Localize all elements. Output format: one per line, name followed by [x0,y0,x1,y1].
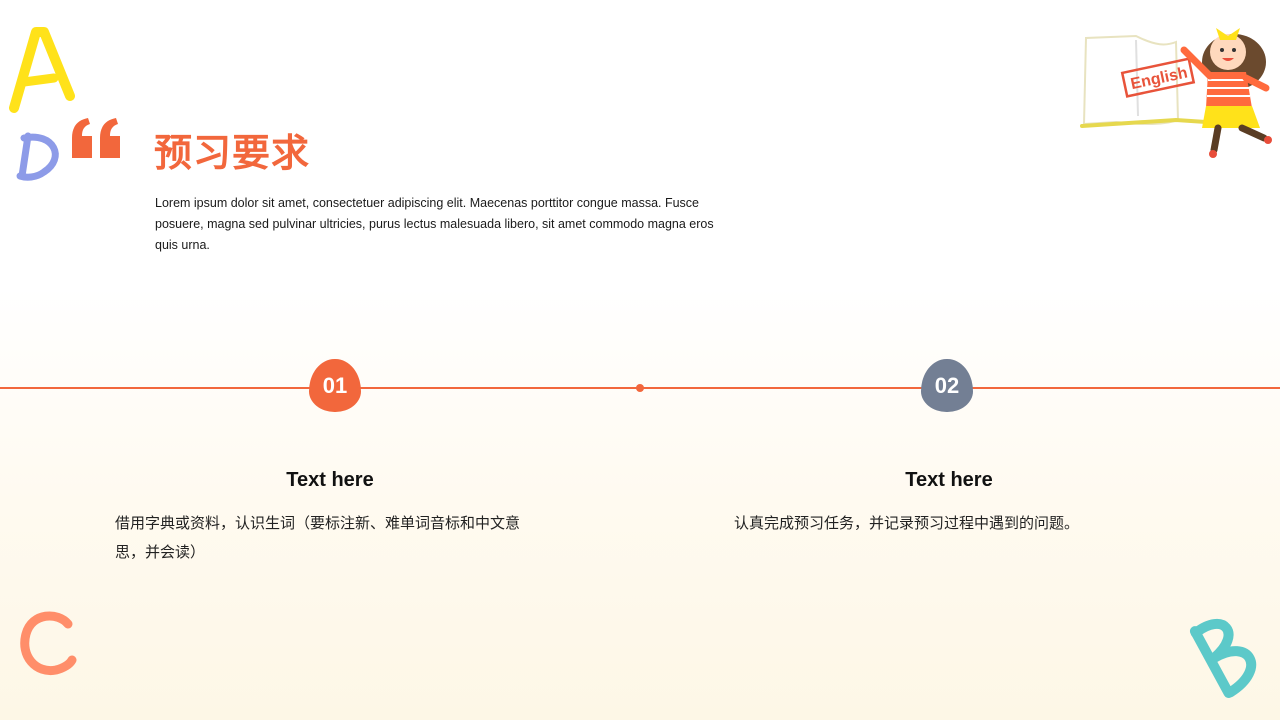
step-number-02: 02 [934,372,960,398]
letter-d-decoration [16,132,59,181]
step-text-02: 认真完成预习任务，并记录预习过程中遇到的问题。 [734,514,1080,532]
timeline-center-dot [636,384,644,392]
step-badge-02: 02 [921,359,973,412]
intro-paragraph: Lorem ipsum dolor sit amet, consectetuer… [155,196,714,252]
step-title-02: Text here [905,469,993,491]
letter-b-decoration [1189,618,1257,698]
step-number-01: 01 [322,372,348,398]
letter-c-decoration [20,611,77,676]
step-badge-01: 01 [309,359,361,412]
letter-a-decoration: A [9,27,75,113]
step-text-01: 借用字典或资料，认识生词（要标注新、难单词音标和中文意思，并会读） [115,514,521,561]
step-title-01: Text here [286,469,374,491]
page-title: 预习要求 [154,131,311,175]
girl-with-book-illustration: English [1080,28,1272,158]
quote-icon [72,118,120,158]
